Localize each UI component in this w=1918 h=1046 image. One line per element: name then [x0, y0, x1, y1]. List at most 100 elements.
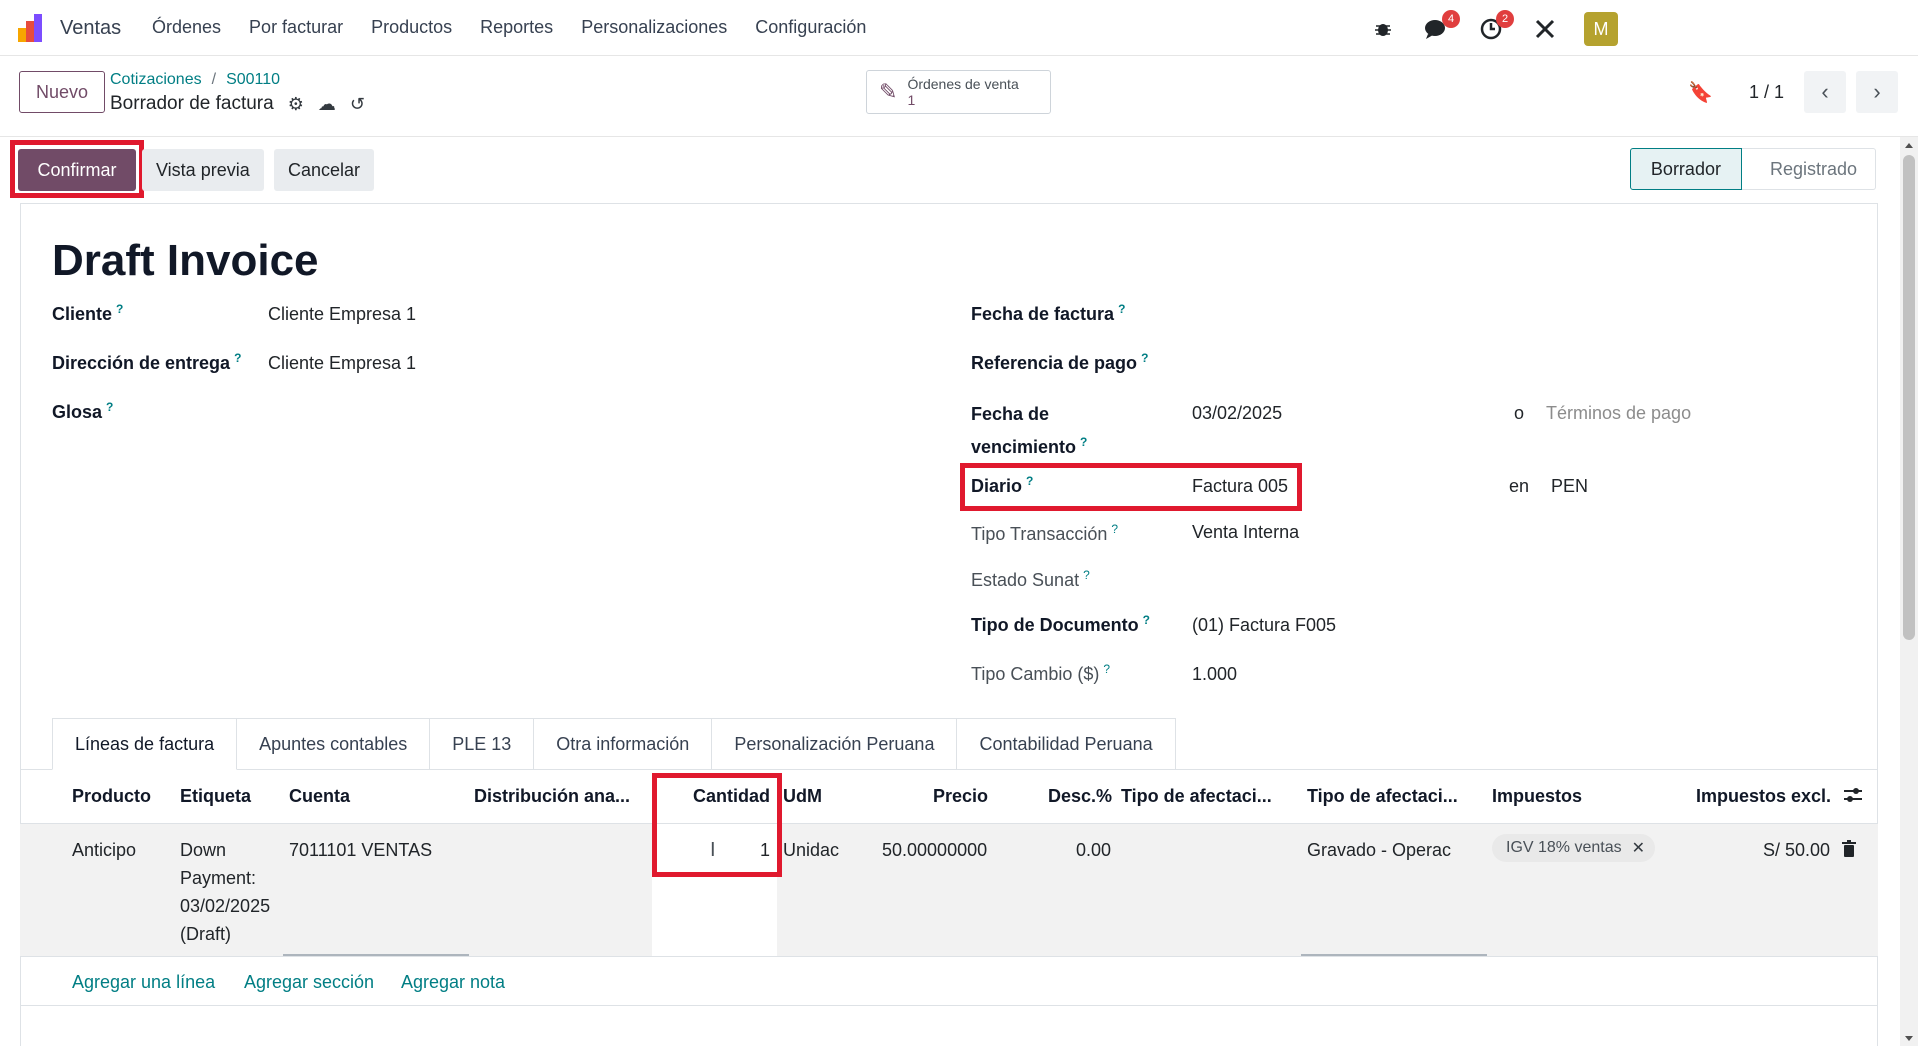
glosa-label: Glosa?	[52, 400, 114, 422]
tipo-documento-field[interactable]: (01) Factura F005	[1192, 615, 1336, 636]
vencimiento-field[interactable]: 03/02/2025	[1192, 403, 1282, 424]
cell-producto[interactable]: Anticipo	[72, 836, 136, 864]
remove-tag-icon[interactable]: ✕	[1632, 838, 1645, 858]
menu-por-facturar[interactable]: Por facturar	[249, 17, 343, 38]
add-line-link[interactable]: Agregar una línea	[72, 972, 215, 993]
preview-button[interactable]: Vista previa	[142, 149, 264, 191]
status-registrado[interactable]: Registrado	[1741, 148, 1876, 190]
cell-tipo-afectacion[interactable]: Gravado - Operac	[1307, 836, 1451, 864]
notebook-tabs: Líneas de factura Apuntes contables PLE …	[52, 718, 1176, 770]
highlight-cantidad	[652, 773, 782, 877]
gear-icon[interactable]: ⚙	[288, 94, 304, 115]
menu-ordenes[interactable]: Órdenes	[152, 17, 221, 38]
column-settings-icon[interactable]	[1843, 786, 1863, 809]
bug-icon[interactable]	[1368, 14, 1398, 44]
smart-button-label: Órdenes de venta	[907, 76, 1019, 92]
new-button[interactable]: Nuevo	[19, 71, 105, 113]
pager: 🔖 1 / 1 ‹ ›	[1688, 71, 1898, 113]
col-udm[interactable]: UdM	[783, 786, 822, 807]
col-tipo-afectacion-1[interactable]: Tipo de afectaci...	[1121, 786, 1272, 807]
menu-reportes[interactable]: Reportes	[480, 17, 553, 38]
row-divider	[20, 956, 1878, 957]
smart-button-count: 1	[907, 92, 916, 108]
col-tipo-afectacion-2[interactable]: Tipo de afectaci...	[1307, 786, 1458, 807]
tab-personalizacion-peruana[interactable]: Personalización Peruana	[712, 718, 958, 770]
en-text: en	[1509, 476, 1530, 496]
tab-apuntes-contables[interactable]: Apuntes contables	[237, 718, 431, 770]
chevron-left-icon: ‹	[1821, 79, 1829, 104]
tab-lineas-factura[interactable]: Líneas de factura	[52, 718, 238, 770]
systray: 4 2 M	[1368, 10, 1618, 46]
col-etiqueta[interactable]: Etiqueta	[180, 786, 251, 807]
chevron-right-icon: ›	[1873, 79, 1881, 104]
status-bar: Borrador Registrado	[1629, 148, 1876, 190]
sales-orders-smart-button[interactable]: ✎ Órdenes de venta 1	[866, 70, 1051, 114]
pager-previous-button[interactable]: ‹	[1804, 71, 1846, 113]
add-note-link[interactable]: Agregar nota	[401, 972, 505, 993]
tools-icon[interactable]	[1530, 14, 1560, 44]
ref-pago-label: Referencia de pago?	[971, 351, 1149, 373]
breadcrumb: Cotizaciones / S00110	[110, 71, 281, 88]
tab-otra-informacion[interactable]: Otra información	[534, 718, 713, 770]
cell-descuento[interactable]: 0.00	[1076, 836, 1111, 864]
trash-icon[interactable]	[1842, 836, 1856, 866]
messages-badge: 4	[1442, 10, 1460, 28]
activities-badge: 2	[1496, 10, 1514, 28]
terminos-pago-field[interactable]: Términos de pago	[1546, 403, 1691, 424]
tipo-transaccion-field[interactable]: Venta Interna	[1192, 522, 1299, 543]
activities-clock-icon[interactable]: 2	[1476, 10, 1514, 44]
pager-next-button[interactable]: ›	[1856, 71, 1898, 113]
top-navbar: Ventas Órdenes Por facturar Productos Re…	[0, 0, 1918, 56]
cell-cuenta[interactable]: 7011101 VENTAS	[289, 836, 432, 864]
col-distribucion[interactable]: Distribución ana...	[474, 786, 630, 807]
breadcrumb-cotizaciones[interactable]: Cotizaciones	[110, 71, 202, 88]
entrega-field[interactable]: Cliente Empresa 1	[268, 353, 416, 374]
breadcrumb-order[interactable]: S00110	[226, 71, 280, 88]
tipo-cambio-field[interactable]: 1.000	[1192, 664, 1237, 685]
table-footer-divider	[20, 1005, 1878, 1006]
tab-ple-13[interactable]: PLE 13	[430, 718, 535, 770]
bookmark-icon[interactable]: 🔖	[1688, 80, 1713, 105]
entrega-label: Dirección de entrega?	[52, 351, 242, 373]
fecha-factura-label: Fecha de factura?	[971, 302, 1126, 324]
tab-contabilidad-peruana[interactable]: Contabilidad Peruana	[957, 718, 1176, 770]
menu-productos[interactable]: Productos	[371, 17, 452, 38]
cuenta-field-underline	[283, 954, 469, 956]
scroll-up-arrow-icon[interactable]	[1905, 143, 1913, 148]
discard-changes-icon[interactable]: ↺	[350, 94, 365, 115]
currency-field[interactable]: PEN	[1551, 476, 1588, 497]
cell-udm[interactable]: Unidac	[783, 836, 841, 864]
tax-tag[interactable]: IGV 18% ventas ✕	[1492, 834, 1656, 862]
tipo-cambio-label: Tipo Cambio ($)?	[971, 662, 1111, 684]
cell-precio[interactable]: 50.00000000	[882, 836, 987, 864]
cloud-upload-icon[interactable]: ☁	[318, 94, 336, 115]
menu-configuracion[interactable]: Configuración	[755, 17, 866, 38]
pager-value[interactable]: 1 / 1	[1749, 82, 1784, 103]
edit-icon: ✎	[879, 79, 898, 104]
cell-subtotal: S/ 50.00	[1763, 840, 1831, 860]
col-descuento[interactable]: Desc.%	[1048, 786, 1112, 807]
col-producto[interactable]: Producto	[72, 786, 151, 807]
app-name[interactable]: Ventas	[60, 17, 121, 40]
invoice-title: Draft Invoice	[52, 236, 319, 285]
tax-tag-label: IGV 18% ventas	[1506, 839, 1622, 856]
cell-etiqueta[interactable]: Down Payment: 03/02/2025 (Draft)	[180, 836, 270, 948]
user-avatar[interactable]: M	[1584, 12, 1618, 46]
sales-app-icon[interactable]	[18, 14, 48, 42]
menu-personalizaciones[interactable]: Personalizaciones	[581, 17, 727, 38]
cliente-field[interactable]: Cliente Empresa 1	[268, 304, 416, 325]
col-impuestos-excl[interactable]: Impuestos excl.	[1696, 786, 1831, 807]
highlight-diario	[960, 463, 1302, 511]
cancel-button[interactable]: Cancelar	[274, 149, 375, 191]
add-section-link[interactable]: Agregar sección	[244, 972, 374, 993]
scroll-down-arrow-icon[interactable]	[1905, 1036, 1913, 1041]
col-impuestos[interactable]: Impuestos	[1492, 786, 1582, 807]
col-precio[interactable]: Precio	[933, 786, 988, 807]
highlight-confirm	[10, 140, 144, 198]
scrollbar-thumb[interactable]	[1903, 155, 1915, 640]
status-borrador[interactable]: Borrador	[1629, 148, 1742, 190]
record-title: Borrador de factura	[110, 93, 274, 114]
col-cuenta[interactable]: Cuenta	[289, 786, 350, 807]
messages-icon[interactable]: 4	[1422, 10, 1460, 44]
main-menu: Órdenes Por facturar Productos Reportes …	[152, 17, 894, 38]
